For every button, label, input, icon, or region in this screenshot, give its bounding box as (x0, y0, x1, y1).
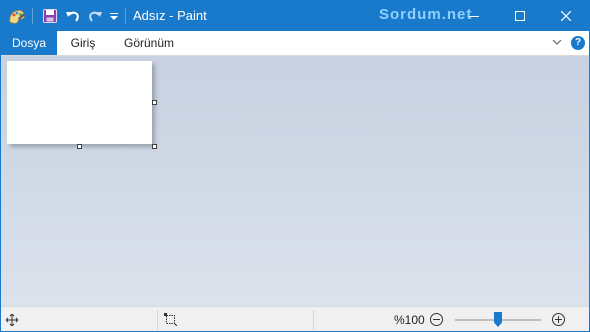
chevron-down-icon[interactable] (551, 36, 563, 48)
window-title: Adsız - Paint (133, 8, 207, 23)
maximize-button[interactable] (497, 1, 543, 31)
minimize-button[interactable] (451, 1, 497, 31)
help-button[interactable]: ? (571, 36, 585, 50)
title-bar[interactable]: Adsız - Paint Sordum.net (1, 1, 589, 31)
customize-dropdown-icon[interactable] (107, 1, 121, 31)
undo-icon[interactable] (63, 1, 83, 31)
cursor-position-icon (6, 314, 18, 326)
maximize-icon (515, 11, 525, 21)
minimize-icon (469, 16, 479, 17)
tab-gorunum[interactable]: Görünüm (113, 31, 185, 55)
redo-icon[interactable] (85, 1, 105, 31)
ribbon-tab-bar: Dosya Giriş Görünüm ? (1, 31, 589, 56)
save-icon[interactable] (39, 1, 61, 31)
plus-icon (555, 316, 562, 323)
close-button[interactable] (543, 1, 589, 31)
paint-app-icon[interactable] (5, 1, 29, 31)
title-separator-2 (125, 8, 126, 24)
tab-giris[interactable]: Giriş (59, 31, 107, 55)
drawing-canvas[interactable] (7, 61, 152, 144)
zoom-slider-thumb[interactable] (494, 312, 502, 327)
resize-handle-right[interactable] (152, 100, 157, 105)
zoom-out-button[interactable] (430, 313, 443, 326)
paint-window: Adsız - Paint Sordum.net Dosya Giriş Gör… (0, 0, 590, 332)
tab-dosya[interactable]: Dosya (1, 31, 57, 55)
zoom-in-button[interactable] (552, 313, 565, 326)
minus-icon (433, 319, 440, 320)
status-bar: %100 (1, 306, 589, 331)
title-separator (32, 8, 33, 24)
zoom-level-label: %100 (394, 313, 425, 327)
status-separator (157, 310, 158, 330)
selection-size-icon (164, 313, 177, 326)
close-icon (561, 11, 571, 21)
status-separator-2 (313, 310, 314, 330)
canvas-workspace[interactable] (1, 56, 589, 306)
resize-handle-corner[interactable] (152, 144, 157, 149)
resize-handle-bottom[interactable] (77, 144, 82, 149)
